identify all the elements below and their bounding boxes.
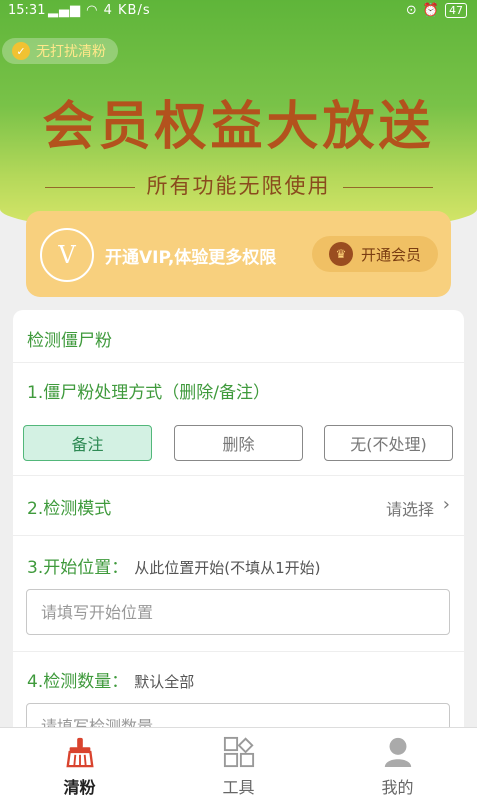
tab-tools[interactable]: 工具 (159, 728, 318, 798)
section4-hint: 默认全部 (134, 673, 195, 691)
coin-icon: ✓ (12, 42, 30, 60)
status-bar: 15:31 ▂▄▆ ◠ 4 KB/s ⊙ ⏰ 47 (0, 0, 477, 24)
hero-subtitle-row: 所有功能无限使用 (0, 170, 477, 200)
section2-title: 2.检测模式 (27, 499, 112, 519)
vip-promo-text: 开通VIP,体验更多权限 (105, 248, 277, 268)
option-note-button[interactable]: 备注 (23, 425, 152, 461)
detect-mode-value[interactable]: 请选择 (386, 496, 434, 520)
section4-title: 4.检测数量： (27, 672, 129, 692)
tab-tools-label: 工具 (222, 778, 255, 797)
battery-indicator: 47 (445, 3, 467, 18)
network-speed: 4 KB/s (103, 3, 151, 18)
chevron-right-icon[interactable]: › (443, 494, 450, 515)
detect-panel: 检测僵尸粉 1.僵尸粉处理方式（删除/备注） 备注 删除 无(不处理) 2.检测… (13, 310, 464, 730)
section3-heading: 3.开始位置： 从此位置开始(不填从1开始) (27, 553, 320, 578)
detect-count-input[interactable] (26, 703, 450, 730)
divider-left (44, 186, 135, 188)
wifi-icon: ◠ (86, 3, 99, 18)
user-icon (384, 737, 411, 768)
status-network: ▂▄▆ ◠ 4 KB/s (48, 3, 151, 18)
tab-mine[interactable]: 我的 (318, 728, 477, 798)
crown-icon: ♛ (328, 242, 353, 266)
tab-mine-label: 我的 (381, 778, 414, 797)
divider-right (342, 186, 433, 188)
vip-logo-icon: V (40, 228, 94, 282)
section1-row: 1.僵尸粉处理方式（删除/备注） (13, 362, 464, 412)
status-time: 15:31 (8, 3, 46, 18)
bottom-tab-bar: 清粉 工具 我的 (0, 727, 477, 798)
no-disturb-pill[interactable]: ✓ 无打扰清粉 (2, 38, 118, 64)
vip-card[interactable]: V 开通VIP,体验更多权限 ♛ 开通会员 (26, 211, 451, 297)
status-right: ⊙ ⏰ 47 (406, 3, 467, 18)
signal-icon: ▂▄▆ (48, 3, 81, 18)
grid-icon (223, 736, 254, 768)
tab-clean-fans[interactable]: 清粉 (0, 728, 159, 798)
no-disturb-label: 无打扰清粉 (36, 44, 106, 60)
tab-clean-fans-label: 清粉 (63, 778, 96, 797)
section4-heading: 4.检测数量： 默认全部 (27, 667, 194, 692)
start-position-input[interactable] (26, 589, 450, 635)
option-none-button[interactable]: 无(不处理) (324, 425, 453, 461)
broom-icon (65, 737, 94, 768)
hero-banner: 15:31 ▂▄▆ ◠ 4 KB/s ⊙ ⏰ 47 ✓ 无打扰清粉 会员权益大放… (0, 0, 477, 235)
lock-icon: ⊙ (405, 3, 417, 18)
option-delete-button[interactable]: 删除 (174, 425, 303, 461)
section3-hint: 从此位置开始(不填从1开始) (134, 559, 321, 577)
panel-header: 检测僵尸粉 (27, 331, 112, 351)
panel-header-row: 检测僵尸粉 (13, 310, 464, 363)
open-vip-button[interactable]: ♛ 开通会员 (312, 236, 438, 272)
open-vip-label: 开通会员 (360, 246, 421, 264)
hero-subtitle: 所有功能无限使用 (146, 174, 331, 198)
section3-divider (13, 650, 464, 652)
alarm-icon: ⏰ (422, 3, 439, 18)
hero-title: 会员权益大放送 (42, 97, 435, 157)
section3-title: 3.开始位置： (27, 558, 129, 578)
section1-title: 1.僵尸粉处理方式（删除/备注） (27, 383, 270, 403)
